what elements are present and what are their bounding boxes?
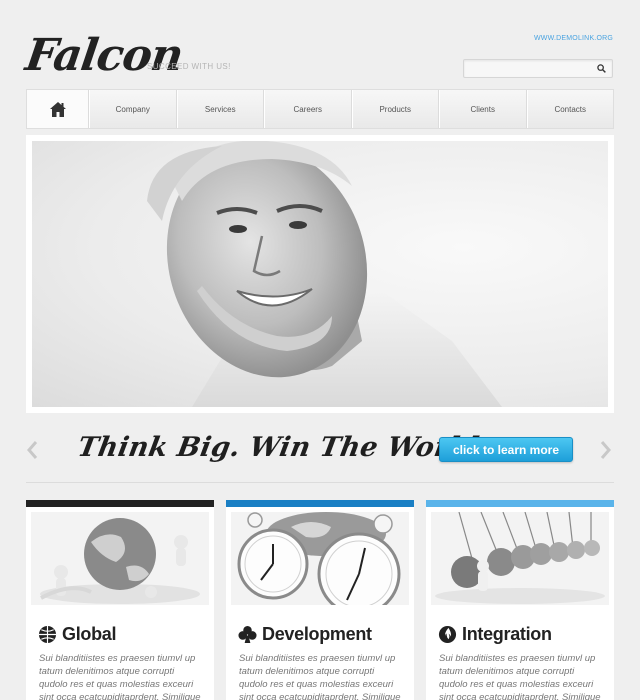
globe-icon: [38, 625, 57, 644]
search-box: [463, 59, 613, 79]
card-title: Integration: [462, 624, 552, 644]
nav-home[interactable]: [27, 90, 89, 128]
tagline: SUCCEED WITH US!: [147, 62, 231, 71]
nav-item-products[interactable]: Products: [351, 90, 439, 128]
card-title: Development: [262, 624, 372, 644]
feature-card-integration: Integration Sui blanditiistes es praesen…: [426, 500, 614, 700]
slider-next-arrow[interactable]: [600, 440, 612, 460]
feature-card-development: Development Sui blanditiistes es praesen…: [226, 500, 414, 700]
card-title: Global: [62, 624, 117, 644]
club-icon: [238, 625, 257, 644]
card-text: Sui blanditiistes es praesen tiumvl up t…: [239, 653, 401, 700]
slider-prev-arrow[interactable]: [26, 440, 38, 460]
card-top-bar: [226, 500, 414, 507]
card-top-bar: [26, 500, 214, 507]
section-divider: [26, 482, 614, 483]
search-icon[interactable]: [597, 64, 606, 73]
slogan: Think Big. Win The World.: [75, 432, 492, 463]
nav-item-clients[interactable]: Clients: [439, 90, 527, 128]
nav-item-careers[interactable]: Careers: [264, 90, 352, 128]
nav-item-services[interactable]: Services: [176, 90, 264, 128]
logo[interactable]: Falcon: [22, 30, 185, 81]
search-input[interactable]: [464, 61, 592, 79]
nav-item-contacts[interactable]: Contacts: [526, 90, 614, 128]
smiling-man-photo: [147, 141, 502, 407]
card-text: Sui blanditiistes es praesen tiumvl up t…: [439, 653, 601, 700]
card-top-bar: [426, 500, 614, 507]
main-nav: Company Services Careers Products Client…: [26, 89, 614, 129]
nav-item-company[interactable]: Company: [89, 90, 177, 128]
demo-link[interactable]: WWW.DEMOLINK.ORG: [534, 35, 613, 42]
hero-banner: [26, 135, 614, 413]
card-image-clocks: [231, 512, 409, 605]
feature-card-global: Global Sui blanditiistes es praesen tium…: [26, 500, 214, 700]
home-icon: [49, 101, 66, 117]
card-image-cradle: [431, 512, 609, 605]
hero-photo: [32, 141, 608, 407]
card-image-globe: [31, 512, 209, 605]
card-text: Sui blanditiistes es praesen tiumvl up t…: [39, 653, 201, 700]
learn-more-button[interactable]: click to learn more: [439, 437, 573, 462]
flame-icon: [438, 625, 457, 644]
